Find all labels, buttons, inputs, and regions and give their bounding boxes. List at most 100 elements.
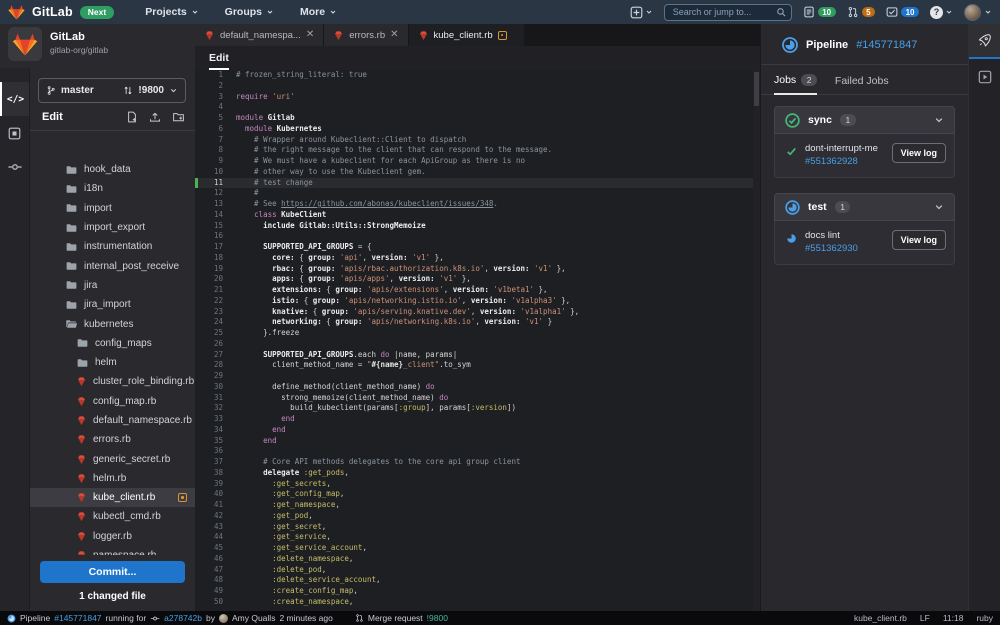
editor-scrollbar[interactable]	[753, 70, 760, 611]
code-line-20[interactable]: 20 apps: { group: 'apis/apps', version: …	[195, 274, 753, 285]
tree-folder-import_export[interactable]: import_export	[30, 218, 195, 237]
code-line-28[interactable]: 28 client_method_name = "#{name}_client"…	[195, 360, 753, 371]
code-line-48[interactable]: 48 :delete_service_account,	[195, 575, 753, 586]
code-line-26[interactable]: 26	[195, 339, 753, 350]
nav-menu-groups[interactable]: Groups	[225, 6, 274, 18]
tree-file-generic_secret.rb[interactable]: generic_secret.rb	[30, 449, 195, 468]
tree-file-kubectl_cmd.rb[interactable]: kubectl_cmd.rb	[30, 507, 195, 526]
code-line-46[interactable]: 46 :delete_namespace,	[195, 554, 753, 565]
code-line-32[interactable]: 32 build_kubeclient(params[:group], para…	[195, 403, 753, 414]
gitlab-logo-icon[interactable]	[8, 4, 25, 20]
sb-eol[interactable]: LF	[920, 613, 930, 623]
code-line-10[interactable]: 10 # other way to use the Kubeclient gem…	[195, 167, 753, 178]
tree-file-config_map.rb[interactable]: config_map.rb	[30, 392, 195, 411]
branch-selector[interactable]: master !9800	[38, 78, 186, 103]
tree-file-kube_client.rb[interactable]: kube_client.rb	[30, 488, 195, 508]
job-id-link[interactable]: #551362930	[805, 243, 858, 254]
code-line-34[interactable]: 34 end	[195, 425, 753, 436]
sb-commit-link[interactable]: a278742b	[164, 613, 202, 623]
search-input[interactable]	[670, 6, 775, 18]
code-line-50[interactable]: 50 :create_namespace,	[195, 597, 753, 608]
code-line-29[interactable]: 29	[195, 371, 753, 382]
tree-folder-i18n[interactable]: i18n	[30, 179, 195, 198]
code-line-22[interactable]: 22 istio: { group: 'apis/networking.isti…	[195, 296, 753, 307]
sb-mr-link[interactable]: !9800	[427, 613, 448, 623]
code-line-27[interactable]: 27 SUPPORTED_API_GROUPS.each do |name, p…	[195, 350, 753, 361]
project-header[interactable]: GitLab gitlab-org/gitlab	[0, 24, 195, 68]
tree-folder-import[interactable]: import	[30, 199, 195, 218]
new-file-icon[interactable]	[126, 111, 138, 123]
code-line-37[interactable]: 37 # Core API methods delegates to the c…	[195, 457, 753, 468]
close-tab-icon[interactable]: ✕	[306, 30, 314, 40]
tab-jobs[interactable]: Jobs 2	[774, 74, 817, 95]
view-log-button[interactable]: View log	[891, 230, 946, 250]
code-line-36[interactable]: 36	[195, 446, 753, 457]
sb-language[interactable]: ruby	[976, 613, 993, 623]
code-line-1[interactable]: 1 # frozen_string_literal: true	[195, 70, 753, 81]
code-line-47[interactable]: 47 :delete_pod,	[195, 565, 753, 576]
user-menu[interactable]	[964, 3, 992, 21]
sb-cursor-position[interactable]: 11:18	[943, 613, 964, 623]
code-content[interactable]: 1 # frozen_string_literal: true 2 3 require …	[195, 70, 753, 611]
code-line-11[interactable]: 11 # test change	[195, 177, 753, 189]
tree-file-namespace.rb[interactable]: namespace.rb	[30, 546, 195, 555]
code-line-8[interactable]: 8 # the right message to the client that…	[195, 145, 753, 156]
code-line-45[interactable]: 45 :get_service_account,	[195, 543, 753, 554]
new-menu-button[interactable]	[630, 6, 653, 19]
rail-commit-button[interactable]	[0, 150, 29, 184]
rail-review-button[interactable]	[0, 116, 29, 150]
code-line-14[interactable]: 14 class KubeClient	[195, 210, 753, 221]
tree-file-logger.rb[interactable]: logger.rb	[30, 527, 195, 546]
stage-header-sync[interactable]: sync 1	[774, 106, 955, 134]
new-folder-icon[interactable]	[172, 111, 185, 123]
editor-tab-errors.rb[interactable]: errors.rb ✕	[324, 24, 408, 46]
nav-menu-more[interactable]: More	[300, 6, 337, 18]
mode-tab-edit[interactable]: Edit	[209, 52, 229, 70]
tree-folder-helm[interactable]: helm	[30, 353, 195, 372]
code-line-49[interactable]: 49 :create_config_map,	[195, 586, 753, 597]
editor-tab-default_namespa...[interactable]: default_namespa... ✕	[195, 24, 324, 46]
view-log-button[interactable]: View log	[891, 143, 946, 163]
code-line-21[interactable]: 21 extensions: { group: 'apis/extensions…	[195, 285, 753, 296]
tree-folder-hook_data[interactable]: hook_data	[30, 160, 195, 179]
code-line-2[interactable]: 2	[195, 81, 753, 92]
tree-folder-jira_import[interactable]: jira_import	[30, 295, 195, 314]
close-tab-icon[interactable]: ✕	[390, 30, 398, 40]
code-line-15[interactable]: 15 include Gitlab::Utils::StrongMemoize	[195, 221, 753, 232]
merge-requests-indicator[interactable]: 5	[847, 6, 876, 18]
commit-button[interactable]: Commit...	[40, 561, 185, 583]
tree-file-cluster_role_binding.rb[interactable]: cluster_role_binding.rb	[30, 372, 195, 391]
rail-edit-button[interactable]: </>	[0, 82, 29, 116]
code-line-43[interactable]: 43 :get_secret,	[195, 522, 753, 533]
gitlab-wordmark[interactable]: GitLab	[32, 5, 73, 19]
code-line-39[interactable]: 39 :get_secrets,	[195, 479, 753, 490]
code-line-35[interactable]: 35 end	[195, 436, 753, 447]
code-line-31[interactable]: 31 strong_memoize(client_method_name) do	[195, 393, 753, 404]
issues-indicator[interactable]: 10	[803, 6, 836, 18]
tree-file-errors.rb[interactable]: errors.rb	[30, 430, 195, 449]
tree-folder-jira[interactable]: jira	[30, 276, 195, 295]
job-id-link[interactable]: #551362928	[805, 156, 878, 169]
code-line-44[interactable]: 44 :get_service,	[195, 532, 753, 543]
code-line-7[interactable]: 7 # Wrapper around Kubeclient::Client to…	[195, 135, 753, 146]
code-line-4[interactable]: 4	[195, 102, 753, 113]
tree-file-helm.rb[interactable]: helm.rb	[30, 469, 195, 488]
code-line-17[interactable]: 17 SUPPORTED_API_GROUPS = {	[195, 242, 753, 253]
code-line-19[interactable]: 19 rbac: { group: 'apis/rbac.authorizati…	[195, 264, 753, 275]
sb-pipeline-id-link[interactable]: #145771847	[54, 613, 101, 623]
code-line-25[interactable]: 25 }.freeze	[195, 328, 753, 339]
code-line-33[interactable]: 33 end	[195, 414, 753, 425]
tree-folder-internal_post_receive[interactable]: internal_post_receive	[30, 256, 195, 275]
pipeline-rail-button[interactable]	[969, 24, 1000, 59]
stage-header-test[interactable]: test 1	[774, 193, 955, 221]
upload-file-icon[interactable]	[149, 111, 161, 123]
tree-folder-kubernetes[interactable]: kubernetes	[30, 314, 195, 333]
code-line-23[interactable]: 23 knative: { group: 'apis/serving.knati…	[195, 307, 753, 318]
help-menu[interactable]: ?	[930, 5, 953, 19]
search-box[interactable]	[663, 3, 792, 21]
live-preview-rail-button[interactable]	[969, 59, 1000, 94]
code-line-13[interactable]: 13 # See https://github.com/abonas/kubec…	[195, 199, 753, 210]
code-line-38[interactable]: 38 delegate :get_pods,	[195, 468, 753, 479]
code-line-41[interactable]: 41 :get_namespace,	[195, 500, 753, 511]
scrollbar-thumb[interactable]	[754, 72, 759, 106]
